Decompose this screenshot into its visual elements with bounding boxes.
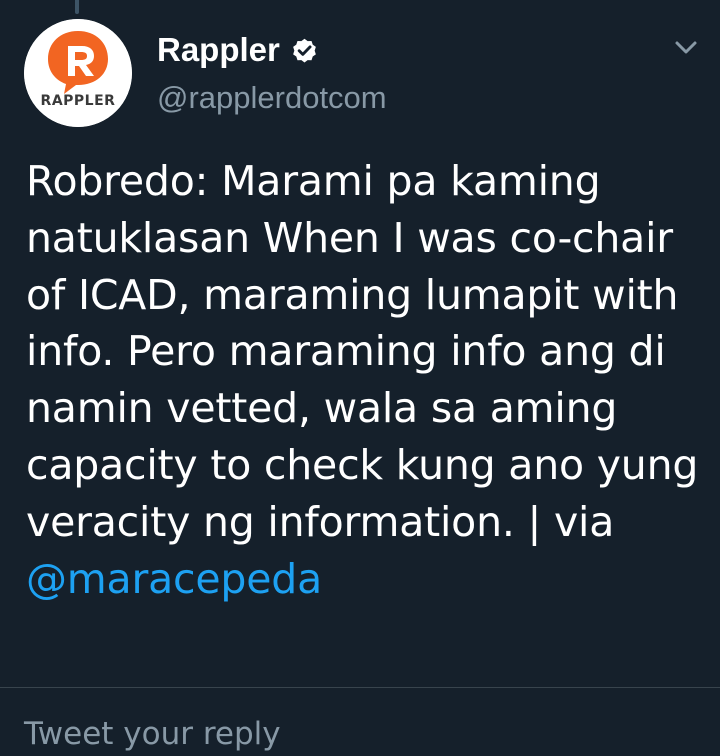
tweet-text-content: Robredo: Marami pa kaming natuklasan Whe… — [26, 157, 699, 546]
avatar-wordmark: RAPPLER — [40, 93, 116, 109]
rappler-logo-icon — [24, 19, 132, 127]
mention-link[interactable]: @maracepeda — [26, 555, 322, 603]
divider — [0, 687, 720, 688]
avatar[interactable]: RAPPLER — [24, 19, 132, 127]
tweet-text: Robredo: Marami pa kaming natuklasan Whe… — [26, 153, 716, 607]
display-name[interactable]: Rappler — [157, 28, 280, 72]
account-handle[interactable]: @rapplerdotcom — [157, 78, 387, 118]
author-name-row[interactable]: Rappler — [157, 28, 319, 72]
chevron-down-icon[interactable] — [671, 36, 701, 60]
thread-connector-line — [75, 0, 79, 14]
reply-input[interactable]: Tweet your reply — [24, 712, 281, 756]
verified-badge-icon — [290, 36, 319, 65]
